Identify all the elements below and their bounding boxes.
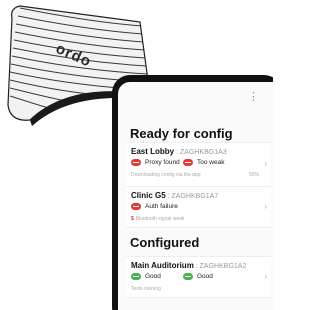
ready-heading: Ready for config <box>130 126 233 141</box>
good-icon <box>131 273 141 280</box>
device-subtext: $ Bluetooth signal weak <box>131 216 185 222</box>
kebab-menu-icon[interactable]: ⋮ <box>248 92 259 103</box>
good-icon <box>183 273 193 280</box>
device-name-row: Clinic G5 : ZAGHKBG1A7 <box>131 191 219 200</box>
status-signal: Too weak <box>183 159 224 166</box>
device-card-main-auditorium[interactable]: Main Auditorium : ZAGHKBG1A2 Good Good T… <box>126 256 271 298</box>
progress-value: 50% <box>248 172 259 178</box>
status-auth: Auth failure <box>131 203 178 210</box>
app-screen: ⋮ Ready for config East Lobby : ZAGHKBG1… <box>118 82 273 310</box>
scene: ordo ⋮ Ready for config East Lobby : ZAG… <box>0 0 273 310</box>
device-card-east-lobby[interactable]: East Lobby : ZAGHKBG1A3 Proxy found Too … <box>126 142 271 188</box>
device-subtext: Downloading config via the app <box>131 172 201 178</box>
status-good-1: Good <box>131 273 161 280</box>
chevron-right-icon: › <box>264 202 267 211</box>
device-card-clinic-g5[interactable]: Clinic G5 : ZAGHKBG1A7 Auth failure $ Blu… <box>126 186 271 228</box>
signal-weak-icon <box>183 159 193 166</box>
status-proxy: Proxy found <box>131 159 180 166</box>
configured-heading: Configured <box>130 235 200 250</box>
device-subtext: Tests running <box>131 286 161 292</box>
chevron-right-icon: › <box>264 272 267 281</box>
warning-icon: $ <box>131 216 134 222</box>
chevron-right-icon: › <box>264 159 267 168</box>
device-name-row: East Lobby : ZAGHKBG1A3 <box>131 147 227 156</box>
device-name-row: Main Auditorium : ZAGHKBG1A2 <box>131 261 247 270</box>
auth-icon <box>131 203 141 210</box>
status-good-2: Good <box>183 273 213 280</box>
proxy-icon <box>131 159 141 166</box>
